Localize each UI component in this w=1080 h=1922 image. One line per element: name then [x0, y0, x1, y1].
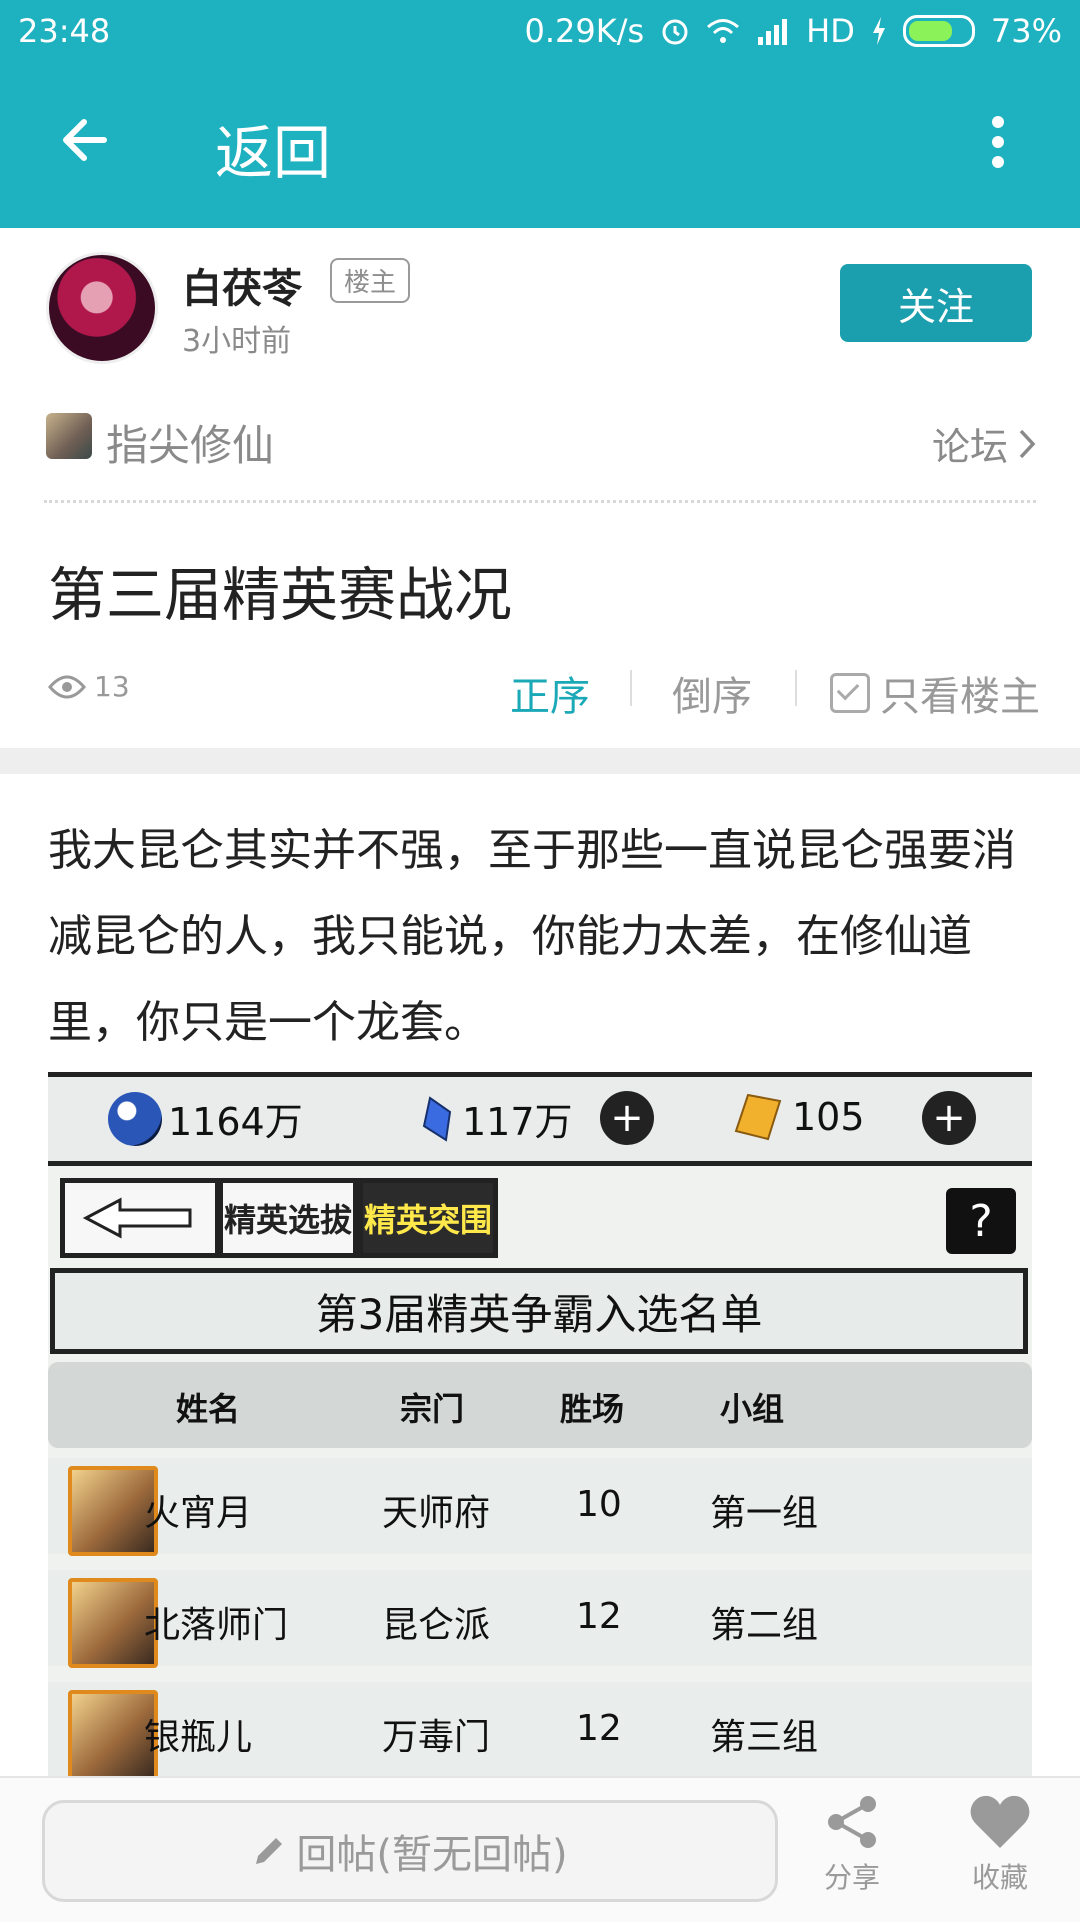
- add-crystal-icon[interactable]: +: [600, 1091, 654, 1145]
- player-name: 北落师门: [144, 1605, 289, 1646]
- game-tab-selection[interactable]: 精英选拔: [218, 1178, 358, 1258]
- player-group: 第三组: [710, 1717, 819, 1758]
- favorite-button[interactable]: 收藏: [940, 1792, 1060, 1896]
- reply-placeholder: 回帖(暂无回帖): [296, 1832, 568, 1878]
- player-sect: 万毒门: [382, 1717, 491, 1758]
- sort-ascending-tab[interactable]: 正序: [510, 664, 590, 722]
- battery-icon: [902, 15, 975, 47]
- forum-game-icon: [46, 413, 92, 459]
- post-title: 第三届精英赛战况: [48, 561, 513, 629]
- post-time: 3小时前: [182, 324, 292, 359]
- player-wins: 10: [576, 1484, 622, 1525]
- status-time: 23:48: [18, 12, 111, 50]
- add-gold-icon[interactable]: +: [922, 1091, 976, 1145]
- table-row[interactable]: 北落师门 昆仑派 12 第二组: [48, 1570, 1032, 1668]
- battery-percent: 73%: [990, 12, 1062, 50]
- wifi-icon: [707, 19, 740, 43]
- resource-value: 105: [792, 1095, 865, 1139]
- arrow-left-icon: [82, 1197, 192, 1239]
- separator: [630, 670, 632, 706]
- column-header: 姓名: [176, 1390, 241, 1428]
- player-group: 第二组: [710, 1605, 819, 1646]
- author-section: 白茯苓 楼主 3小时前 关注: [0, 228, 1080, 388]
- list-banner: 第3届精英争霸入选名单: [50, 1268, 1028, 1354]
- signal-icon: [758, 19, 788, 45]
- resource-value: 117万: [462, 1100, 573, 1144]
- forum-link[interactable]: 论坛: [932, 416, 1036, 471]
- sort-descending-tab[interactable]: 倒序: [672, 664, 752, 722]
- player-wins: 12: [576, 1708, 622, 1749]
- crystal-icon: [422, 1095, 452, 1142]
- help-button[interactable]: ?: [946, 1188, 1016, 1254]
- game-back-button[interactable]: [60, 1178, 220, 1258]
- owner-badge: 楼主: [330, 258, 411, 303]
- table-row[interactable]: 火宵月 天师府 10 第一组: [48, 1458, 1032, 1556]
- reply-input[interactable]: 回帖(暂无回帖): [42, 1800, 778, 1902]
- player-sect: 天师府: [382, 1493, 491, 1534]
- game-button-row: 精英选拔 精英突围 ?: [48, 1166, 1032, 1266]
- column-header: 小组: [720, 1390, 785, 1428]
- view-count-value: 13: [94, 670, 130, 703]
- pencil-icon: [256, 1838, 283, 1864]
- resource-value: 1164万: [168, 1100, 303, 1144]
- back-label[interactable]: 返回: [215, 106, 331, 190]
- post-image-game-screenshot[interactable]: 1164万 117万 + 105 + 精英选拔 精英突围 ? 第3届精英争霸入选…: [48, 1072, 1032, 1780]
- back-arrow-icon[interactable]: [56, 110, 116, 170]
- checkbox-icon[interactable]: [830, 673, 870, 713]
- table-header: 姓名 宗门 胜场 小组: [48, 1362, 1032, 1448]
- charging-icon: [872, 17, 885, 45]
- author-avatar[interactable]: [46, 252, 158, 364]
- resource-gold: 105: [730, 1091, 865, 1143]
- follow-button[interactable]: 关注: [840, 264, 1032, 342]
- more-options-icon[interactable]: [988, 116, 1008, 168]
- network-type: HD: [806, 12, 855, 50]
- player-name: 银瓶儿: [144, 1717, 253, 1758]
- gold-ingot-icon: [734, 1093, 782, 1141]
- eye-icon: [48, 675, 86, 698]
- resource-taiji: 1164万: [108, 1091, 303, 1146]
- alarm-icon: [662, 19, 688, 45]
- forum-link-label: 论坛: [931, 425, 1008, 469]
- author-name[interactable]: 白茯苓: [182, 256, 302, 314]
- player-wins: 12: [576, 1596, 622, 1637]
- app-toolbar: 返回: [0, 62, 1080, 228]
- resource-crystal: 117万: [420, 1091, 573, 1146]
- dotted-divider: [44, 500, 1036, 503]
- share-button[interactable]: 分享: [792, 1792, 912, 1896]
- player-name: 火宵月: [144, 1493, 253, 1534]
- table-row[interactable]: 银瓶儿 万毒门 12 第三组: [48, 1682, 1032, 1780]
- player-sect: 昆仑派: [382, 1605, 491, 1646]
- section-divider: [0, 748, 1080, 774]
- post-meta-row: 13 正序 倒序 只看楼主: [0, 660, 1080, 720]
- status-indicators: 0.29K/s HD 73%: [524, 12, 1062, 50]
- share-icon: [828, 1796, 876, 1848]
- view-count: 13: [48, 670, 130, 703]
- forum-row[interactable]: 指尖修仙 论坛: [46, 408, 1036, 478]
- player-group: 第一组: [710, 1493, 819, 1534]
- owner-only-toggle[interactable]: 只看楼主: [830, 664, 1040, 722]
- taiji-icon: [108, 1091, 162, 1146]
- chevron-right-icon: [1019, 429, 1036, 458]
- forum-name: 指尖修仙: [106, 421, 275, 470]
- resource-bar: 1164万 117万 + 105 +: [48, 1072, 1032, 1166]
- heart-icon: [970, 1795, 1030, 1848]
- status-bar: 23:48 0.29K/s HD 73%: [0, 0, 1080, 62]
- network-speed: 0.29K/s: [524, 12, 645, 50]
- share-label: 分享: [823, 1861, 880, 1894]
- separator: [795, 670, 797, 706]
- bottom-action-bar: 回帖(暂无回帖) 分享 收藏: [0, 1776, 1080, 1922]
- game-tab-breakout[interactable]: 精英突围: [358, 1178, 498, 1258]
- owner-only-label: 只看楼主: [880, 674, 1040, 720]
- column-header: 胜场: [560, 1390, 625, 1428]
- column-header: 宗门: [400, 1390, 465, 1428]
- post-body: 我大昆仑其实并不强，至于那些一直说昆仑强要消减昆仑的人，我只能说，你能力太差，在…: [48, 825, 1016, 1048]
- favorite-label: 收藏: [971, 1861, 1028, 1894]
